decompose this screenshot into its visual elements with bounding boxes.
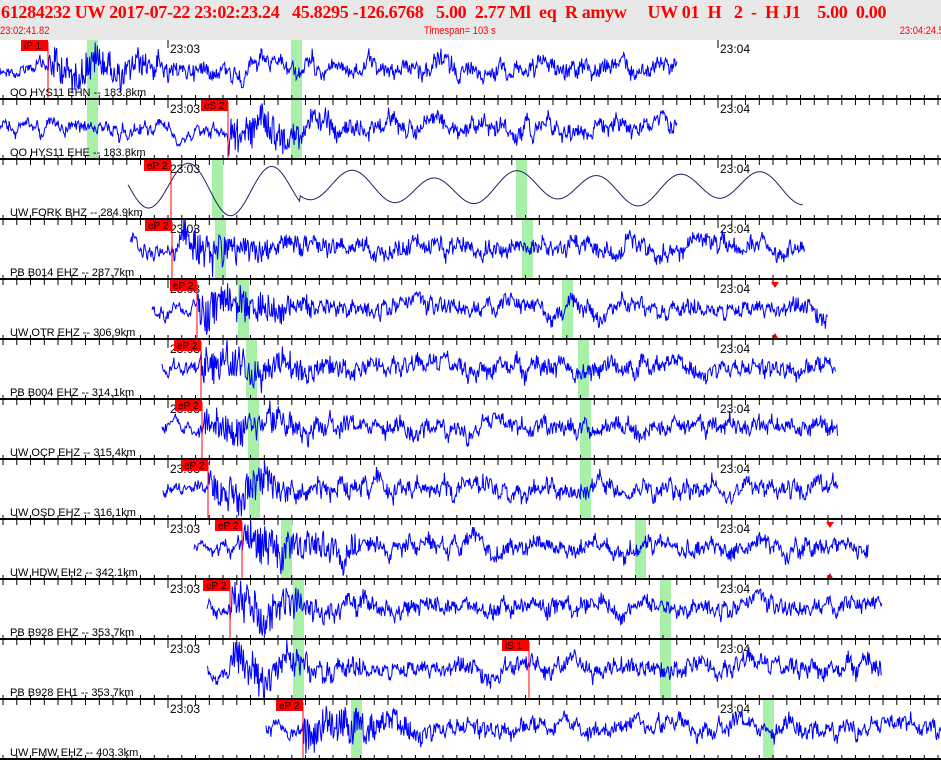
marker-down-icon: [771, 282, 779, 288]
trace-row[interactable]: 23:0323:04eP 2PB B004 EHZ -- 314.1km: [0, 339, 941, 405]
minute-label: 23:04: [720, 462, 750, 476]
waveform: [206, 580, 883, 636]
trace-row[interactable]: 23:03 23:04eP 2UW FMW EHZ -- 403.3km: [0, 700, 941, 760]
minute-label: 23:03: [170, 582, 200, 596]
minute-label: 23:03: [170, 522, 200, 536]
minute-label: 23:04: [720, 342, 750, 356]
minute-label: 23:03: [170, 702, 200, 716]
minute-label: 23:04: [720, 402, 750, 416]
phase-pick-label: eP 2: [177, 341, 198, 352]
event-header: 61284232 UW 2017-07-22 23:02:23.24 45.82…: [0, 0, 941, 40]
waveform: [127, 162, 803, 217]
minute-label: 23:04: [720, 522, 750, 536]
trace-row[interactable]: 23:03 23:04eP 2PB B928 EHZ -- 353.7km: [0, 580, 941, 645]
trace-row[interactable]: 23:03 23:04iS 1PB B928 EH1 -- 353.7km: [0, 639, 941, 705]
station-label: UW OSD EHZ -- 316.1km: [10, 507, 136, 519]
station-label: UW FORK BHZ -- 284.9km: [10, 207, 143, 219]
phase-pick-label: eS 2: [204, 101, 225, 112]
minute-label: 23:03: [170, 642, 200, 656]
trace-row[interactable]: 23:03 23:04eP 2PB B014 EHZ -- 287.7km: [0, 218, 941, 285]
phase-pick-label: eP 2: [184, 461, 205, 472]
phase-pick-label: iS 1: [505, 641, 523, 652]
trace-row[interactable]: 23:03 23:04eP 2UW FORK BHZ -- 284.9km: [0, 160, 941, 225]
station-label: UW OCP EHZ -- 315.4km: [10, 447, 136, 459]
minute-label: 23:03: [170, 102, 200, 116]
phase-pick-label: eP 2: [147, 161, 168, 172]
timespan: Timespan= 103 s: [424, 25, 496, 37]
phase-pick-label: eP 2: [218, 521, 239, 532]
phase-pick-label: eP 2: [173, 281, 194, 292]
start-time: 23:02:41.82: [0, 25, 50, 37]
waveform: [206, 639, 883, 700]
phase-pick-label: eP 2: [178, 401, 199, 412]
phase-pick-label: iP 1: [24, 41, 41, 52]
marker-down-icon: [826, 522, 834, 528]
end-time: 23:04:24.54: [899, 25, 941, 37]
minute-label: 23:03: [170, 42, 200, 56]
waveform: [193, 520, 869, 576]
phase-pick-label: eP 2: [279, 701, 300, 712]
minute-label: 23:04: [720, 642, 750, 656]
station-label: UW OTR EHZ -- 306.9km: [10, 327, 135, 339]
trace-row[interactable]: 23:03 23:04eS 2OO HYS11 EHE -- 183.8km: [0, 100, 941, 165]
waveform: [129, 218, 806, 278]
minute-label: 23:04: [720, 282, 750, 296]
station-label: UW FMW EHZ -- 403.3km: [10, 747, 138, 759]
event-title: 61284232 UW 2017-07-22 23:02:23.24 45.82…: [1, 2, 887, 22]
station-label: UW HDW EH2 -- 342.1km: [10, 567, 138, 579]
waveform: [265, 705, 941, 754]
trace-row[interactable]: 23:03 23:04 eP 2 UW HDW EH2 -- 342.1km: [0, 520, 941, 585]
trace-row[interactable]: 23:0323:04eP 2UW OSD EHZ -- 316.1km: [0, 460, 941, 525]
minute-label: 23:04: [720, 162, 750, 176]
minute-label: 23:04: [720, 102, 750, 116]
travel-time-window: [562, 280, 573, 339]
trace-row[interactable]: 23:03 23:04iP 1OO HYS11 EHN -- 183.8km: [0, 40, 941, 105]
waveform: [0, 42, 678, 94]
seismogram-panel[interactable]: 23:03 23:04iP 1OO HYS11 EHN -- 183.8km23:…: [0, 40, 941, 760]
travel-time-window: [516, 160, 527, 219]
phase-pick-label: eP 2: [206, 581, 227, 592]
minute-label: 23:04: [720, 42, 750, 56]
trace-row[interactable]: 23:0323:04eP 2UW OCP EHZ -- 315.4km: [0, 400, 941, 465]
phase-pick-label: eP 2: [148, 221, 169, 232]
travel-time-window: [291, 40, 302, 99]
minute-label: 23:04: [720, 582, 750, 596]
trace-row[interactable]: 23:0323:04eP 2UW OTR EHZ -- 306.9km: [0, 280, 941, 345]
